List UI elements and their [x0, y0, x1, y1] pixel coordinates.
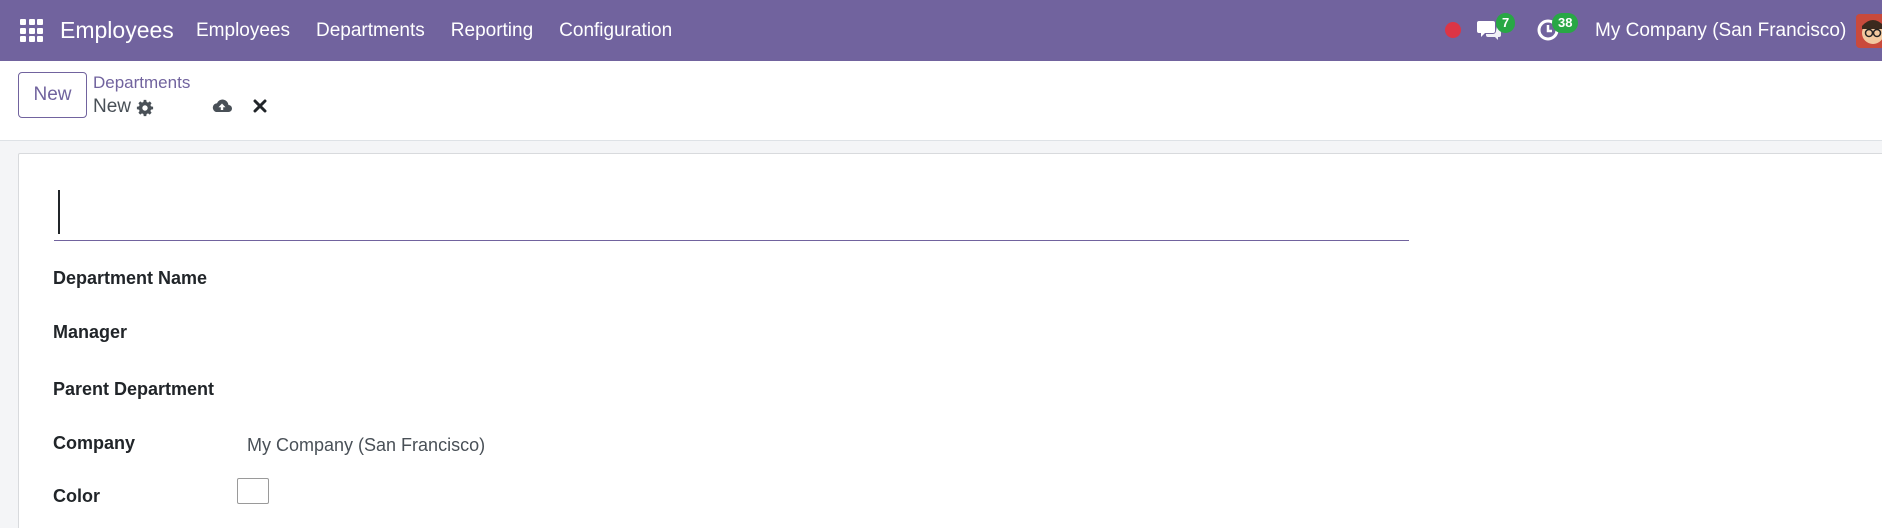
department-name-label: Department Name	[53, 268, 208, 288]
breadcrumb-departments[interactable]: Departments	[93, 73, 190, 93]
activity-count-badge: 38	[1552, 13, 1579, 33]
gear-icon[interactable]	[136, 99, 154, 117]
company-label: Company	[53, 433, 136, 453]
chat-count-badge: 7	[1496, 13, 1516, 33]
department-name-field[interactable]	[247, 264, 777, 294]
company-switcher[interactable]: My Company (San Francisco)	[1595, 20, 1846, 42]
menu-departments[interactable]: Departments	[316, 20, 425, 42]
parent-department-field[interactable]	[247, 375, 777, 405]
menu-employees[interactable]: Employees	[196, 20, 290, 42]
main-menu: Employees Departments Reporting Configur…	[196, 20, 698, 42]
color-picker[interactable]	[237, 478, 269, 504]
manager-label: Manager	[53, 322, 128, 342]
new-button[interactable]: New	[18, 72, 87, 118]
top-navbar: Employees Employees Departments Reportin…	[0, 0, 1882, 61]
company-field[interactable]: My Company (San Francisco)	[247, 435, 485, 456]
department-name-title-input[interactable]	[54, 182, 1409, 241]
form-sheet: Department Name Manager Parent Departmen…	[18, 153, 1882, 528]
recording-indicator-icon[interactable]	[1445, 22, 1461, 38]
control-panel: New Departments New	[0, 61, 1882, 141]
save-cloud-upload-icon[interactable]	[211, 98, 233, 116]
breadcrumb-current: New	[93, 96, 132, 117]
manager-field[interactable]	[247, 318, 777, 348]
color-label: Color	[53, 486, 100, 506]
app-menu-grid-icon[interactable]	[20, 19, 43, 42]
app-title[interactable]: Employees	[60, 17, 174, 44]
discard-close-icon[interactable]	[252, 98, 268, 114]
user-avatar[interactable]	[1856, 14, 1882, 48]
menu-configuration[interactable]: Configuration	[559, 20, 672, 42]
menu-reporting[interactable]: Reporting	[451, 20, 533, 42]
parent-department-label: Parent Department	[53, 379, 215, 399]
text-caret	[58, 190, 60, 234]
